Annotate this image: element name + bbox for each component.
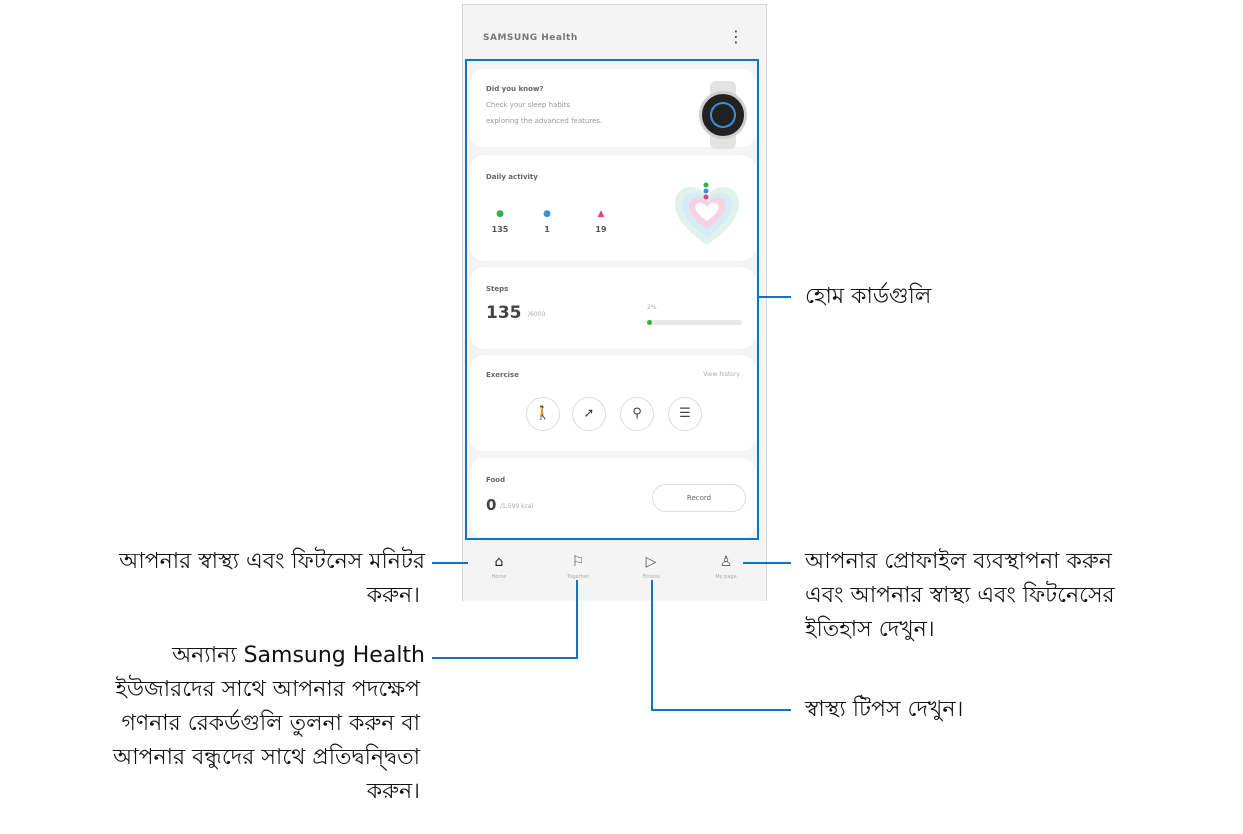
steps-progress-bar: [647, 320, 742, 325]
home-icon: ⌂: [494, 554, 504, 570]
callout-line: [432, 657, 578, 659]
callout-together-line5: করুন।: [366, 779, 420, 804]
app-title: SAMSUNG Health: [483, 33, 578, 43]
callout-line: [651, 709, 791, 711]
card-title: Food: [486, 476, 506, 484]
callout-profile-line3: ইতিহাস দেখুন।: [805, 617, 935, 642]
record-button[interactable]: Record: [652, 484, 746, 512]
walking-icon[interactable]: 🚶: [526, 397, 560, 431]
card-title: Daily activity: [486, 173, 538, 181]
steps-unit: /6000: [528, 311, 546, 318]
callout-line: [759, 296, 791, 298]
card-title: Did you know?: [486, 85, 544, 93]
callout-line: [432, 562, 468, 564]
callout-profile-line1: আপনার প্রোফাইল ব্যবস্থাপনা করুন: [805, 549, 1112, 574]
calories-icon: ▲: [597, 209, 605, 219]
list-icon[interactable]: ☰: [668, 397, 702, 431]
callout-together-line1: অন্যান্য Samsung Health: [172, 643, 425, 668]
card-title: Steps: [486, 285, 509, 293]
steps-card[interactable]: Steps 135 /6000 2%: [470, 267, 756, 349]
nav-home[interactable]: ⌂ Home: [469, 553, 529, 580]
food-unit: /1,599 kcal: [500, 503, 534, 510]
view-history-link[interactable]: View history: [703, 371, 740, 378]
phone-screen: SAMSUNG Health ⋮ Did you know? Check you…: [462, 4, 767, 601]
callout-line: [743, 562, 791, 564]
nav-label: Home: [491, 574, 507, 580]
callout-monitor-line2: করুন।: [366, 583, 420, 608]
steps-value: 135: [486, 303, 522, 323]
nav-fitness[interactable]: ▷ Fitness: [621, 553, 681, 580]
nav-my-page[interactable]: ♙ My page: [696, 553, 756, 580]
nav-label: My page: [715, 574, 737, 580]
callout-home-cards: হোম কার্ডগুলি: [805, 284, 932, 309]
active-time-icon: ●: [543, 209, 551, 219]
flag-icon: ⚐: [571, 554, 585, 570]
card-title: Exercise: [486, 371, 519, 379]
did-you-know-card[interactable]: Did you know? Check your sleep habits ex…: [470, 69, 756, 149]
more-vertical-icon[interactable]: ⋮: [728, 29, 744, 45]
running-icon[interactable]: ➚: [572, 397, 606, 431]
activity-rings-heart-icon: [674, 182, 740, 245]
callout-tips: স্বাস্থ্য টিপস দেখুন।: [805, 697, 964, 722]
steps-percent: 2%: [647, 304, 657, 311]
activity-calories-value: 19: [595, 225, 607, 234]
nav-label: Together: [567, 574, 589, 580]
callout-monitor-line1: আপনার স্বাস্থ্য এবং ফিটনেস মনিটর: [119, 549, 425, 574]
play-icon: ▷: [645, 554, 657, 570]
callout-profile-line2: এবং আপনার স্বাস্থ্য এবং ফিটনেসের: [805, 583, 1115, 608]
card-text: Check your sleep habits: [486, 101, 571, 109]
card-text: exploring the advanced features.: [486, 117, 603, 125]
food-value: 0: [486, 496, 497, 514]
daily-activity-card[interactable]: Daily activity ● 135 ● 1 ▲ 19: [470, 155, 756, 261]
exercise-card[interactable]: Exercise View history 🚶 ➚ ⚲ ☰: [470, 355, 756, 451]
watch-icon: [699, 91, 747, 139]
callout-together-line4: আপনার বন্ধুদের সাথে প্রতিদ্বন্দ্বিতা: [112, 745, 420, 770]
activity-steps-value: 135: [491, 225, 509, 234]
nav-together[interactable]: ⚐ Together: [548, 553, 608, 580]
callout-line: [651, 580, 653, 711]
bottom-navigation: ⌂ Home ⚐ Together ▷ Fitness ♙ My page: [463, 545, 766, 601]
callout-together-line2: ইউজারদের সাথে আপনার পদক্ষেপ: [115, 677, 420, 702]
callout-together-line3: গণনার রেকর্ডগুলি তুলনা করুন বা: [121, 711, 420, 736]
activity-time-value: 1: [544, 225, 550, 234]
steps-icon: ●: [496, 209, 504, 219]
steps-progress-fill: [647, 320, 652, 325]
food-card[interactable]: Food 0 /1,599 kcal Record: [470, 458, 756, 538]
callout-line: [576, 580, 578, 659]
cycling-icon[interactable]: ⚲: [620, 397, 654, 431]
